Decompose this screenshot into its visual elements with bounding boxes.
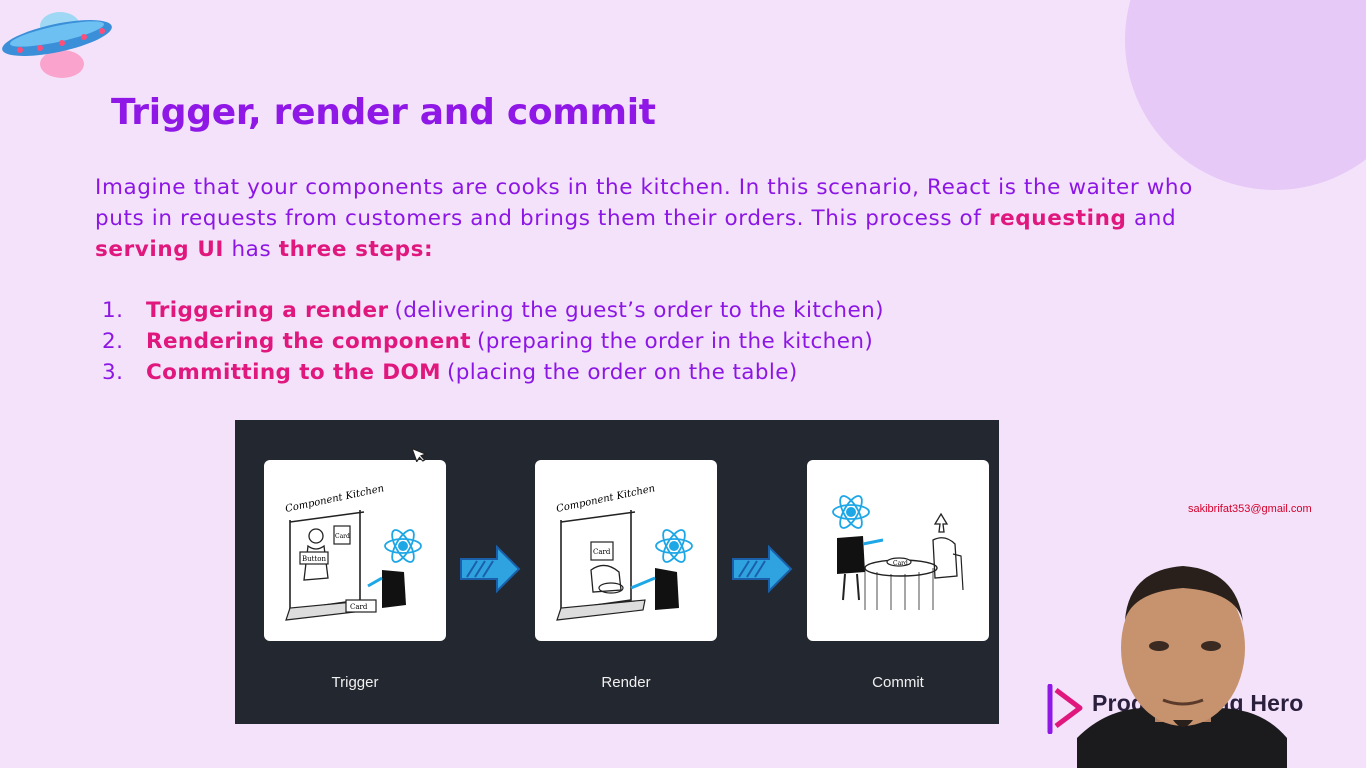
render-illustration: Component Kitchen Card [535, 460, 717, 641]
step-title: Rendering the component [146, 329, 471, 354]
intro-highlight-steps: three steps: [278, 237, 434, 262]
presenter-webcam [1077, 566, 1287, 768]
commit-illustration: Card [807, 460, 989, 641]
card-tag-text: Card [335, 533, 350, 540]
kitchen-sign-text: Component Kitchen [284, 483, 385, 515]
react-logo-icon [384, 529, 422, 563]
intro-highlight-requesting: requesting [988, 206, 1127, 231]
step-item: 1. Triggering a render (delivering the g… [96, 295, 884, 326]
stage-label-commit: Commit [872, 674, 924, 691]
step-number: 3. [102, 360, 124, 385]
step-description: (delivering the guest’s order to the kit… [394, 298, 884, 323]
step-item: 2. Rendering the component (preparing th… [96, 326, 884, 357]
card-tag-text: Card [350, 603, 368, 611]
step-number: 1. [102, 298, 124, 323]
intro-text-2: and [1126, 206, 1177, 231]
commit-sketch: Card [832, 495, 964, 610]
ufo-icon [2, 12, 112, 78]
intro-highlight-serving: serving UI [95, 237, 225, 262]
step-title: Triggering a render [146, 298, 389, 323]
card-tag-text: Card [593, 548, 611, 556]
cursor-icon [412, 447, 428, 462]
arrow-right-icon [460, 545, 521, 593]
step-title: Committing to the DOM [146, 360, 441, 385]
card-tag-text: Card [893, 560, 908, 567]
react-logo-icon [655, 529, 693, 563]
steps-list: 1. Triggering a render (delivering the g… [96, 295, 884, 388]
step-number: 2. [102, 329, 124, 354]
arrow-right-icon [732, 545, 793, 593]
intro-text-3: has [224, 237, 279, 262]
step-description: (preparing the order in the kitchen) [476, 329, 874, 354]
step-description: (placing the order on the table) [446, 360, 798, 385]
step-item: 3. Committing to the DOM (placing the or… [96, 357, 884, 388]
trigger-sketch: Component Kitchen Button Card Card [284, 483, 422, 621]
react-logo-icon [832, 495, 870, 529]
trigger-illustration: Component Kitchen Button Card Card [264, 460, 446, 641]
stage-label-trigger: Trigger [331, 674, 379, 691]
slide-title: Trigger, render and commit [111, 92, 656, 133]
intro-paragraph: Imagine that your components are cooks i… [95, 172, 1195, 265]
decorative-circle [1125, 0, 1366, 190]
stage-label-render: Render [601, 674, 651, 691]
watermark-email: sakibrifat353@gmail.com [1188, 503, 1312, 515]
trigger-render-commit-diagram: Component Kitchen Button Card Card Trigg… [235, 420, 999, 724]
kitchen-sign-text: Component Kitchen [555, 483, 656, 515]
render-sketch: Component Kitchen Card [555, 483, 693, 621]
button-tag-text: Button [302, 555, 326, 563]
